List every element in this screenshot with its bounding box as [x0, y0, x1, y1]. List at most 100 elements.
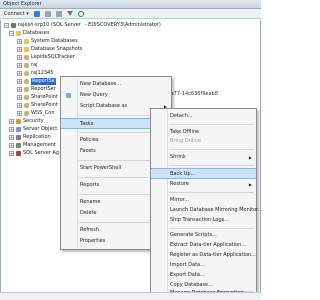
expand-icon[interactable]: +	[17, 87, 22, 92]
menu-item-label: New Database...	[80, 81, 122, 87]
menu-item-label: Reports	[80, 182, 100, 188]
tree-node-sharepoint1[interactable]: + SharePoint	[17, 94, 58, 101]
status-bar	[0, 292, 261, 300]
expand-icon[interactable]: +	[9, 119, 14, 124]
server-icon	[11, 23, 16, 28]
menu-item-label: Launch Database Mirroring Monitor...	[170, 207, 263, 213]
tree-node-database-snapshots[interactable]: + Database Snapshots	[17, 46, 82, 53]
management-label: Management	[23, 142, 56, 148]
menu-item-label: Generate Scripts...	[170, 232, 217, 238]
tree-node-raj12345[interactable]: + raj12345	[17, 70, 53, 77]
selected-database-label: ReportSe	[31, 78, 56, 85]
server-label-suffix: - EDISCOVERY3\Administrator)	[84, 22, 161, 28]
menu-item-label: Shrink	[170, 154, 186, 160]
connect-button[interactable]: Connect ▾	[4, 11, 29, 17]
tree-node-selected-database[interactable]: + ReportSe	[17, 78, 56, 85]
menu-item-label: Script Database as	[80, 103, 128, 109]
expand-icon[interactable]: +	[17, 55, 22, 60]
tasks-submenu: Detach... Take Offline Bring Online Shri…	[150, 108, 263, 298]
menu-item-new-query[interactable]: New Query	[61, 90, 171, 101]
menu-separator	[169, 124, 254, 125]
menu-item-back-up[interactable]: Back Up...	[151, 168, 256, 179]
menu-item-label: Back Up...	[170, 171, 196, 177]
expand-icon[interactable]: +	[17, 63, 22, 68]
menu-item-label: Extract Data-tier Application...	[170, 242, 247, 248]
menu-item-label: Properties	[80, 238, 106, 244]
tree-node-system-databases[interactable]: + System Databases	[17, 38, 78, 45]
menu-item-label: Bring Online	[170, 138, 201, 144]
databases-label: Databases	[23, 30, 50, 36]
sharepoint2-label: SharePoint	[31, 102, 58, 108]
menu-item-label: Mirror...	[170, 197, 190, 203]
submenu-arrow-icon: ▶	[248, 182, 252, 187]
expand-icon[interactable]: +	[17, 79, 22, 84]
menu-item-label: Refresh	[80, 227, 99, 233]
menu-item-label: Take Offline	[170, 129, 200, 135]
database-snapshots-label: Database Snapshots	[31, 46, 83, 52]
expand-icon[interactable]: +	[17, 39, 22, 44]
menu-item-label: New Query	[80, 92, 108, 98]
menu-item-new-database[interactable]: New Database...	[61, 79, 171, 90]
expand-icon[interactable]: +	[17, 71, 22, 76]
menu-item-label: Delete	[80, 210, 97, 216]
server-objects-icon	[16, 127, 21, 132]
expand-icon[interactable]: +	[9, 143, 14, 148]
menu-item-detach[interactable]: Detach...	[151, 111, 256, 122]
menu-item-label: Rename	[80, 199, 101, 205]
tree-node-sql-agent[interactable]: + SQL Server Ag	[9, 150, 59, 157]
menu-item-label: Policies	[80, 137, 99, 143]
security-icon	[16, 119, 21, 124]
tree-node-replication[interactable]: + Replication	[9, 134, 51, 141]
sql-agent-label: SQL Server Ag	[23, 150, 60, 156]
tree-node-server[interactable]: − rajesh-srp10 (SQL Server - EDISCOVERY3…	[4, 22, 161, 29]
sql-agent-icon	[16, 151, 21, 156]
menu-item-label: Restore	[170, 181, 189, 187]
tree-node-report-server2[interactable]: + ReportSer	[17, 86, 56, 93]
object-explorer-toolbar: Connect ▾	[0, 9, 261, 19]
tree-node-lepide[interactable]: + LepideSQLTracker	[17, 54, 75, 61]
report-server2-label: ReportSer	[31, 86, 56, 92]
server-objects-label: Server Object	[23, 126, 58, 132]
stop-icon[interactable]	[55, 10, 62, 17]
expand-icon[interactable]: +	[9, 135, 14, 140]
tree-node-databases[interactable]: − Databases	[9, 30, 49, 37]
menu-item-label: Facets	[80, 148, 96, 154]
connect-icon[interactable]	[33, 10, 40, 17]
refresh-icon[interactable]	[77, 10, 84, 17]
tree-node-management[interactable]: + Management	[9, 142, 56, 149]
menu-separator	[169, 228, 254, 229]
collapse-icon[interactable]: −	[9, 31, 14, 36]
tree-node-sharepoint2[interactable]: + SharePoint	[17, 102, 58, 109]
expand-icon[interactable]: +	[9, 151, 14, 156]
expand-icon[interactable]: +	[17, 103, 22, 108]
menu-item-label: Detach...	[170, 113, 193, 119]
menu-separator	[169, 149, 254, 150]
replication-icon	[16, 135, 21, 140]
lepide-label: LepideSQLTracker	[31, 54, 75, 60]
replication-label: Replication	[23, 134, 51, 140]
wss-label: WSS_Con	[31, 110, 55, 116]
collapse-icon[interactable]: −	[4, 23, 9, 28]
filter-icon[interactable]	[66, 11, 73, 16]
database-icon	[24, 79, 29, 84]
tree-node-wss[interactable]: + WSS_Con	[17, 110, 55, 117]
expand-icon[interactable]: +	[9, 127, 14, 132]
menu-item-restore[interactable]: Restore ▶	[151, 179, 256, 190]
security-label: Security	[23, 118, 44, 124]
folder-icon	[24, 47, 29, 52]
folder-icon	[24, 39, 29, 44]
tree-node-raj[interactable]: + raj	[17, 62, 38, 69]
expand-icon[interactable]: +	[17, 95, 22, 100]
menu-separator	[169, 192, 254, 193]
menu-item-ship-transaction-logs[interactable]: Ship Transaction Logs...	[151, 215, 256, 226]
expand-icon[interactable]: +	[17, 111, 22, 116]
menu-item-label: Ship Transaction Logs...	[170, 217, 229, 223]
expand-icon[interactable]: +	[17, 47, 22, 52]
raj12345-label: raj12345	[31, 70, 54, 76]
tree-node-security[interactable]: + Security	[9, 118, 44, 125]
disconnect-icon[interactable]	[44, 10, 51, 17]
menu-item-shrink[interactable]: Shrink ▶	[151, 152, 256, 163]
menu-item-label: Import Data...	[170, 262, 205, 268]
folder-icon	[16, 31, 21, 36]
tree-node-server-objects[interactable]: + Server Object	[9, 126, 57, 133]
